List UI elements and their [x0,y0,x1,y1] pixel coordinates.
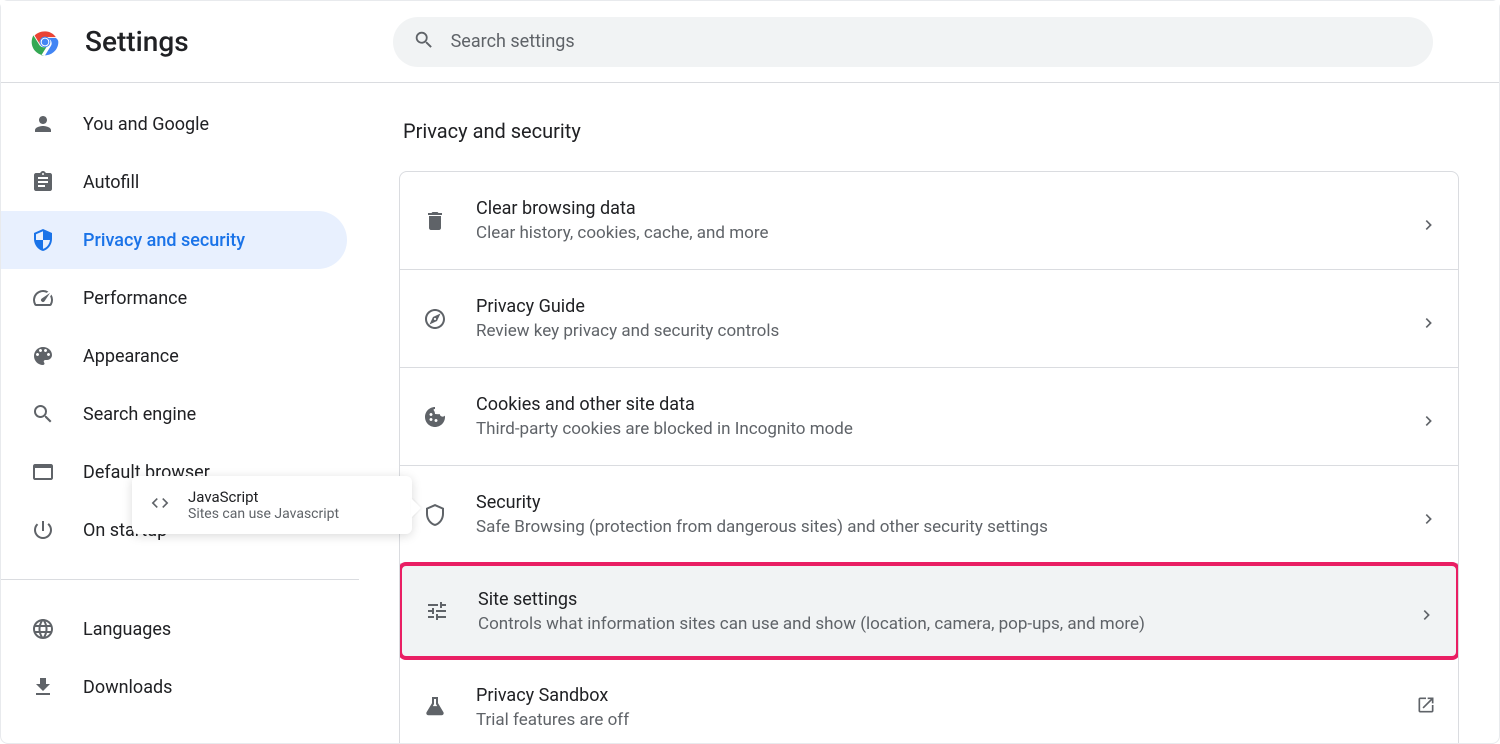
tooltip-desc: Sites can use Javascript [188,506,339,522]
sidebar-item-label: Appearance [83,346,179,367]
flask-icon [422,695,448,719]
sidebar-item-you-google[interactable]: You and Google [1,95,347,153]
row-site-settings[interactable]: Site settings Controls what information … [399,562,1459,660]
speedometer-icon [31,286,55,310]
sidebar-item-appearance[interactable]: Appearance [1,327,347,385]
sidebar-item-label: Autofill [83,172,139,193]
sidebar-item-label: Languages [83,619,171,640]
search-bar[interactable] [393,17,1433,67]
row-desc: Clear history, cookies, cache, and more [476,223,1396,243]
person-icon [31,112,55,136]
compass-icon [422,307,448,331]
row-security[interactable]: Security Safe Browsing (protection from … [400,466,1458,564]
tune-icon [424,599,450,623]
row-title: Privacy Guide [476,296,1396,317]
settings-card: Clear browsing data Clear history, cooki… [399,171,1459,743]
chrome-logo-icon [29,26,61,58]
globe-icon [31,617,55,641]
row-desc: Review key privacy and security controls [476,321,1396,341]
sidebar-item-autofill[interactable]: Autofill [1,153,347,211]
row-title: Privacy Sandbox [476,685,1388,706]
row-clear-browsing[interactable]: Clear browsing data Clear history, cooki… [400,172,1458,270]
sidebar[interactable]: You and Google Autofill Privacy and secu… [1,83,359,743]
header: Settings [1,1,1499,83]
row-privacy-guide[interactable]: Privacy Guide Review key privacy and sec… [400,270,1458,368]
row-cookies[interactable]: Cookies and other site data Third-party … [400,368,1458,466]
shield-icon [31,228,55,252]
sidebar-item-label: Downloads [83,677,172,698]
main-content: Privacy and security Clear browsing data… [359,83,1499,743]
sidebar-item-label: Performance [83,288,187,309]
chevron-right-icon [1424,411,1436,423]
section-title: Privacy and security [403,119,1459,143]
download-icon [31,675,55,699]
sidebar-item-languages[interactable]: Languages [1,600,347,658]
row-desc: Trial features are off [476,710,1388,730]
code-icon [150,493,170,517]
sidebar-item-label: Privacy and security [83,230,245,251]
chevron-right-icon [1424,509,1436,521]
row-privacy-sandbox[interactable]: Privacy Sandbox Trial features are off [400,658,1458,743]
row-desc: Safe Browsing (protection from dangerous… [476,517,1396,537]
power-icon [31,518,55,542]
search-input[interactable] [451,31,1413,52]
row-title: Clear browsing data [476,198,1396,219]
external-link-icon [1416,695,1436,719]
cookie-icon [422,405,448,429]
row-title: Site settings [478,589,1394,610]
row-desc: Controls what information sites can use … [478,614,1394,634]
sidebar-item-label: Search engine [83,404,196,425]
shield-outline-icon [422,503,448,527]
sidebar-item-search-engine[interactable]: Search engine [1,385,347,443]
tooltip-title: JavaScript [188,488,339,506]
chevron-right-icon [1422,605,1434,617]
row-desc: Third-party cookies are blocked in Incog… [476,419,1396,439]
search-icon [31,402,55,426]
search-icon [413,29,435,55]
clipboard-icon [31,170,55,194]
sidebar-item-label: You and Google [83,114,209,135]
palette-icon [31,344,55,368]
row-title: Cookies and other site data [476,394,1396,415]
sidebar-item-privacy[interactable]: Privacy and security [1,211,347,269]
trash-icon [422,209,448,233]
nav-divider [1,579,359,580]
browser-icon [31,460,55,484]
chevron-right-icon [1424,313,1436,325]
app-title: Settings [85,25,189,58]
chevron-right-icon [1424,215,1436,227]
sidebar-item-performance[interactable]: Performance [1,269,347,327]
tooltip-javascript: JavaScript Sites can use Javascript [132,476,412,534]
row-title: Security [476,492,1396,513]
sidebar-item-downloads[interactable]: Downloads [1,658,347,716]
